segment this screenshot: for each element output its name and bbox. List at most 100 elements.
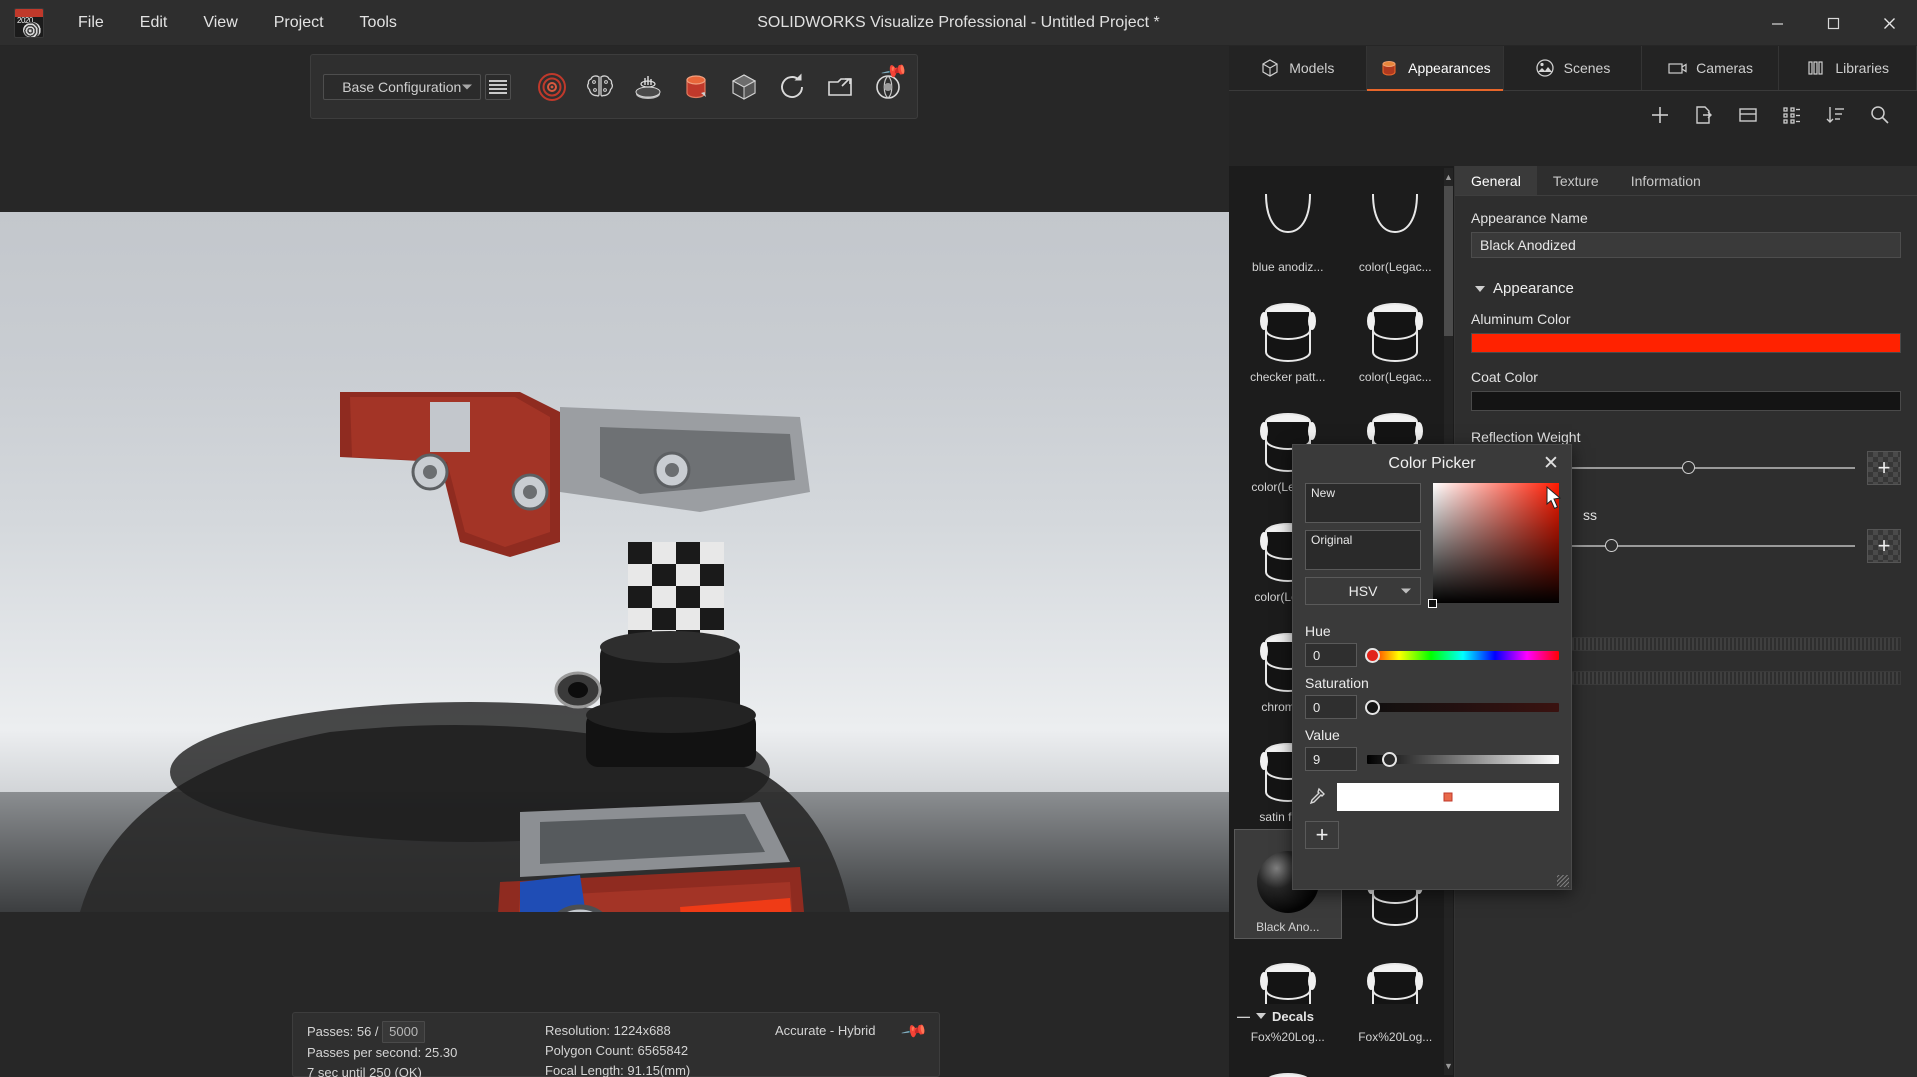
menu-item-view[interactable]: View: [185, 0, 255, 45]
saturation-value-input[interactable]: 0: [1305, 695, 1357, 719]
hue-knob[interactable]: [1365, 647, 1380, 663]
reflection-weight-add-texture-button[interactable]: +: [1867, 451, 1901, 485]
scroll-up-icon[interactable]: ▲: [1444, 170, 1453, 184]
tab-scenes[interactable]: Scenes: [1504, 46, 1642, 90]
scrollbar-thumb[interactable]: [1444, 186, 1453, 336]
color-picker-dialog[interactable]: Color Picker ✕ New Original HSV Hue 0 Sa…: [1292, 444, 1572, 890]
value-value-input[interactable]: 9: [1305, 747, 1357, 771]
camera-export-icon[interactable]: [823, 70, 857, 104]
color-mode-dropdown[interactable]: HSV: [1305, 577, 1422, 605]
chevron-down-icon: [1401, 588, 1412, 594]
hue-label: Hue: [1305, 623, 1331, 639]
appearance-section-label: Appearance: [1493, 280, 1574, 297]
render-eta: 7 sec until 250 (OK): [307, 1065, 422, 1077]
render-target-icon[interactable]: [535, 70, 569, 104]
brain-icon[interactable]: [583, 70, 617, 104]
render-viewport[interactable]: [0, 212, 1229, 912]
appearance-section-header[interactable]: Appearance: [1475, 280, 1901, 297]
scroll-down-icon[interactable]: ▼: [1444, 1059, 1453, 1073]
roughness-add-texture-button[interactable]: +: [1867, 529, 1901, 563]
title-bar: 2020 File Edit View Project Tools SOLIDW…: [0, 0, 1917, 46]
appearance-thumbnail-icon: [1361, 296, 1429, 368]
grid-view-icon[interactable]: [1781, 104, 1803, 126]
library-item[interactable]: Fox%20Log...: [1235, 1050, 1341, 1077]
aluminum-color-swatch[interactable]: [1471, 333, 1901, 353]
color-picker-swatches: New Original HSV: [1305, 483, 1422, 605]
appearance-bucket-icon[interactable]: [679, 70, 713, 104]
sort-icon[interactable]: [1825, 104, 1847, 126]
decals-section-header[interactable]: — Decals: [1229, 1004, 1454, 1028]
library-item[interactable]: color(Legac...: [1343, 170, 1449, 278]
close-icon[interactable]: ✕: [1541, 454, 1561, 474]
prop-tab-information[interactable]: Information: [1614, 166, 1717, 195]
camera-icon: [1667, 58, 1687, 78]
prop-tab-texture[interactable]: Texture: [1536, 166, 1615, 195]
library-item-label: Fox%20Log...: [1358, 1030, 1433, 1044]
rendered-model: [80, 392, 850, 912]
library-item[interactable]: Fox%20Log...: [1235, 940, 1341, 1048]
menu-item-edit[interactable]: Edit: [122, 0, 186, 45]
passes-total-field[interactable]: 5000: [382, 1021, 426, 1044]
rotate-icon[interactable]: [775, 70, 809, 104]
library-item-label: Fox%20Log...: [1250, 1030, 1325, 1044]
library-item[interactable]: color(Legac...: [1343, 280, 1449, 388]
add-color-button[interactable]: +: [1305, 821, 1339, 849]
minimize-button[interactable]: [1749, 0, 1805, 46]
add-icon[interactable]: [1649, 104, 1671, 126]
eyedropper-icon[interactable]: [1305, 786, 1327, 808]
value-knob[interactable]: [1382, 751, 1398, 767]
appearance-name-input[interactable]: Black Anodized: [1471, 232, 1901, 258]
library-item-label: color(Legac...: [1358, 370, 1432, 384]
saturation-row: 0: [1305, 695, 1559, 719]
library-item-label: blue anodiz...: [1252, 260, 1324, 274]
tab-appearances[interactable]: Appearances: [1366, 46, 1505, 91]
hue-value-input[interactable]: 0: [1305, 643, 1357, 667]
library-item[interactable]: checker patt...: [1235, 280, 1341, 388]
saturation-slider[interactable]: [1365, 699, 1559, 715]
roughness-knob[interactable]: [1605, 539, 1619, 552]
menu-item-project[interactable]: Project: [256, 0, 342, 45]
status-scene-stats: Resolution: 1224x688 Polygon Count: 6565…: [545, 1021, 775, 1077]
saturation-knob[interactable]: [1365, 699, 1380, 715]
prop-tab-general[interactable]: General: [1455, 166, 1537, 195]
tab-models[interactable]: Models: [1229, 46, 1367, 90]
configuration-dropdown[interactable]: Base Configuration: [323, 73, 481, 100]
menu-item-file[interactable]: File: [60, 0, 122, 45]
roughness-slider[interactable]: [1535, 539, 1855, 552]
configuration-list-button[interactable]: [484, 73, 511, 100]
reflection-weight-slider[interactable]: [1535, 461, 1855, 474]
model-part-icon[interactable]: [727, 70, 761, 104]
color-field-marker[interactable]: [1428, 599, 1438, 608]
books-icon: [1806, 58, 1826, 78]
window-controls: [1749, 0, 1917, 46]
saved-colors-bar[interactable]: [1337, 783, 1559, 811]
environment-icon[interactable]: [631, 70, 665, 104]
hue-slider[interactable]: [1365, 647, 1559, 663]
color-gradient-field[interactable]: [1428, 483, 1559, 608]
passes-per-second: Passes per second: 25.30: [307, 1045, 458, 1061]
polygon-count-label: Polygon Count: 6565842: [545, 1043, 689, 1059]
reflection-weight-knob[interactable]: [1682, 461, 1696, 474]
list-view-icon[interactable]: [1737, 104, 1759, 126]
color-picker-header: Color Picker ✕: [1293, 445, 1571, 483]
value-slider[interactable]: [1367, 751, 1559, 767]
menu-item-tools[interactable]: Tools: [342, 0, 415, 45]
maximize-button[interactable]: [1805, 0, 1861, 46]
focal-length-label: Focal Length: 91.15(mm): [545, 1063, 691, 1077]
tab-cameras[interactable]: Cameras: [1641, 46, 1780, 90]
resize-grip[interactable]: [1557, 875, 1569, 887]
new-color-swatch[interactable]: New: [1305, 483, 1422, 523]
search-icon[interactable]: [1869, 104, 1891, 126]
tab-libraries[interactable]: Libraries: [1779, 46, 1917, 90]
library-item[interactable]: blue anodiz...: [1235, 170, 1341, 278]
coat-color-swatch[interactable]: [1471, 391, 1901, 411]
color-picker-sliders: Hue 0 Saturation 0 Value 9: [1293, 605, 1571, 771]
original-color-swatch[interactable]: Original: [1305, 530, 1422, 570]
library-item[interactable]: Fox%20Log...: [1343, 940, 1449, 1048]
close-button[interactable]: [1861, 0, 1917, 46]
library-item-label: checker patt...: [1250, 370, 1326, 384]
saved-color-chip[interactable]: [1443, 792, 1453, 802]
tab-scenes-label: Scenes: [1563, 60, 1611, 76]
export-icon[interactable]: [1693, 104, 1715, 126]
status-render-stats: Passes: 56 / 5000 Passes per second: 25.…: [307, 1021, 545, 1077]
